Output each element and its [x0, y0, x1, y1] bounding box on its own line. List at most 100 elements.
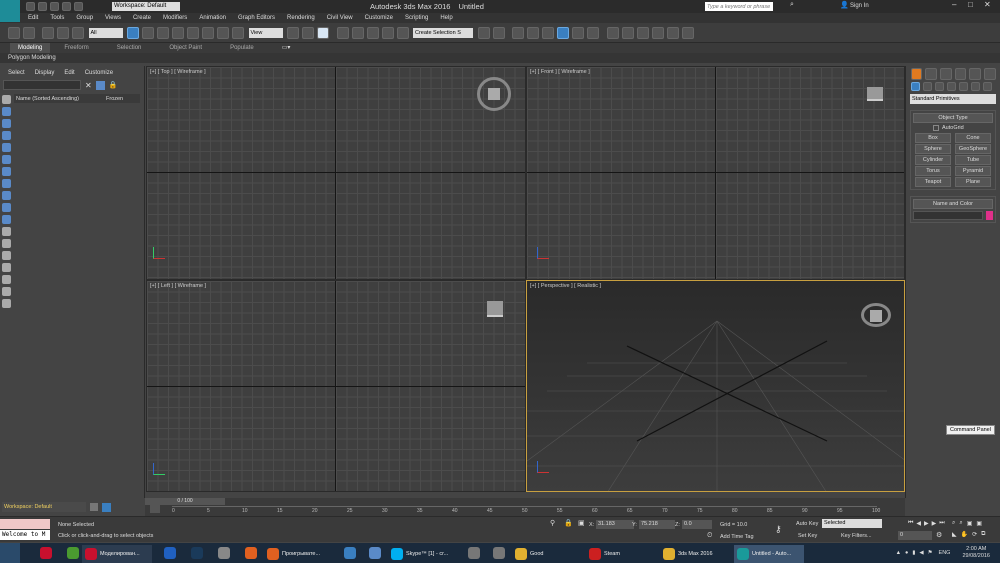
maxscript-listener[interactable]: [0, 519, 50, 529]
zoom-all-icon[interactable]: ⌕: [959, 520, 962, 527]
ribbon-options-icon[interactable]: ▭▾: [268, 43, 305, 53]
torus-button[interactable]: Torus: [915, 166, 951, 176]
taskbar-item[interactable]: Моделирован...: [82, 544, 152, 563]
search-icon[interactable]: ⌕: [790, 1, 794, 9]
menu-scripting[interactable]: Scripting: [399, 13, 434, 23]
create-tab-icon[interactable]: [910, 68, 923, 80]
time-tag-icon[interactable]: ⏲: [707, 532, 712, 540]
tab-selection[interactable]: Selection: [103, 43, 156, 53]
clock[interactable]: 2:00 AM 29/08/2016: [962, 546, 990, 560]
set-key-button[interactable]: Set Key: [798, 533, 817, 539]
viewcube-icon[interactable]: [861, 303, 891, 327]
select-object-icon[interactable]: [127, 26, 139, 39]
steam-icon[interactable]: [191, 547, 203, 559]
add-time-tag[interactable]: Add Time Tag: [720, 534, 754, 540]
taskbar-item[interactable]: Проигрывате...: [264, 545, 334, 563]
workspace-dropdown[interactable]: Workspace: Default: [112, 2, 180, 11]
filter-icon[interactable]: [95, 80, 105, 90]
tab-object-paint[interactable]: Object Paint: [155, 43, 216, 53]
display-hidden-icon[interactable]: [2, 239, 11, 248]
menu-animation[interactable]: Animation: [193, 13, 232, 23]
sign-in-link[interactable]: Sign In: [850, 3, 869, 9]
open-file-icon[interactable]: [37, 2, 47, 11]
box-button[interactable]: Box: [915, 133, 951, 143]
primitive-type-dropdown[interactable]: Standard Primitives: [910, 94, 996, 104]
start-button[interactable]: [0, 543, 20, 563]
select-manipulate-icon[interactable]: [302, 26, 314, 39]
shapes-icon[interactable]: [922, 82, 932, 91]
play-icon[interactable]: ▶: [924, 520, 929, 527]
viewport-front[interactable]: [+] [ Front ] [ Wireframe ]: [526, 66, 905, 280]
scene-explorer-toggle-icon[interactable]: [102, 503, 111, 512]
column-name[interactable]: Name (Sorted Ascending): [14, 96, 106, 102]
object-name-input[interactable]: [913, 211, 983, 220]
pan-icon[interactable]: ✋: [961, 531, 968, 538]
key-filters-button[interactable]: Key Filters...: [841, 533, 872, 539]
key-icon[interactable]: ⚷: [775, 524, 782, 535]
lock-icon[interactable]: 🔒: [109, 81, 118, 89]
menu-tools[interactable]: Tools: [44, 13, 70, 23]
menu-create[interactable]: Create: [127, 13, 157, 23]
scale-icon[interactable]: [217, 26, 229, 39]
layer-manager-icon[interactable]: [527, 26, 539, 39]
menu-views[interactable]: Views: [99, 13, 127, 23]
goto-end-icon[interactable]: ⏭: [939, 520, 944, 527]
skyrim-launcher-icon[interactable]: [493, 547, 505, 559]
lights-icon[interactable]: [934, 82, 944, 91]
menu-graph-editors[interactable]: Graph Editors: [232, 13, 281, 23]
scene-menu-customize[interactable]: Customize: [80, 66, 118, 80]
object-type-rollout[interactable]: Object Type: [913, 113, 993, 123]
a360-render-icon[interactable]: [681, 26, 694, 39]
tab-populate[interactable]: Populate: [216, 43, 268, 53]
time-slider-frame[interactable]: 0 / 100: [145, 498, 225, 505]
minimize-button[interactable]: –: [952, 0, 956, 9]
tab-modeling[interactable]: Modeling: [10, 43, 51, 53]
motion-tab-icon[interactable]: [954, 68, 967, 80]
unlink-icon[interactable]: [57, 26, 69, 39]
prev-frame-icon[interactable]: ◀: [916, 520, 921, 527]
material-editor-icon[interactable]: [606, 26, 619, 39]
spinner-snap-icon[interactable]: [381, 26, 394, 39]
column-frozen[interactable]: Frozen: [106, 96, 123, 102]
snaps-toggle-icon[interactable]: [336, 26, 349, 39]
display-xrefs-icon[interactable]: [2, 191, 11, 200]
tray-flag-icon[interactable]: ⚑: [928, 550, 933, 556]
scene-menu-select[interactable]: Select: [3, 66, 30, 80]
schematic-view-icon[interactable]: [587, 26, 599, 39]
yandex-icon[interactable]: [40, 547, 52, 559]
orbit-icon[interactable]: ⟳: [972, 531, 977, 538]
document-icon[interactable]: [369, 547, 381, 559]
network-icon[interactable]: [344, 547, 356, 559]
viewport-top[interactable]: [+] [ Top ] [ Wireframe ]: [146, 66, 526, 280]
taskbar-item[interactable]: Good: [512, 545, 582, 563]
hierarchy-icon[interactable]: [2, 299, 11, 308]
workspace-selector[interactable]: Workspace: Default: [2, 502, 86, 512]
tray-volume-icon[interactable]: ◀: [919, 550, 923, 556]
viewcube-icon[interactable]: [867, 87, 883, 101]
pyramid-button[interactable]: Pyramid: [955, 166, 991, 176]
menu-group[interactable]: Group: [70, 13, 99, 23]
current-frame-field[interactable]: 0: [898, 531, 932, 540]
undo-icon[interactable]: [7, 26, 20, 39]
utorrent-icon[interactable]: [67, 547, 79, 559]
layer-explorer-icon[interactable]: [512, 26, 524, 39]
close-button[interactable]: ✕: [984, 0, 991, 9]
geosphere-button[interactable]: GeoSphere: [955, 144, 991, 154]
render-iterative-icon[interactable]: [666, 26, 679, 39]
menu-modifiers[interactable]: Modifiers: [157, 13, 193, 23]
render-setup-icon[interactable]: [621, 26, 634, 39]
viewport-perspective[interactable]: [+] [ Perspective ] [ Realistic ]: [526, 280, 905, 492]
redo-icon[interactable]: [22, 26, 35, 39]
utilities-tab-icon[interactable]: [983, 68, 996, 80]
helpers-icon[interactable]: [958, 82, 968, 91]
select-by-name-icon[interactable]: [142, 26, 154, 39]
display-tab-icon[interactable]: [969, 68, 981, 80]
edit-named-selection-icon[interactable]: [396, 26, 409, 39]
layer-icon[interactable]: [90, 503, 98, 511]
filter-funnel-icon[interactable]: [2, 275, 11, 284]
teapot-button[interactable]: Teapot: [915, 177, 951, 187]
new-file-icon[interactable]: [25, 2, 35, 11]
skyrim-icon[interactable]: [468, 547, 480, 559]
z-coordinate-field[interactable]: 0.0: [682, 520, 712, 529]
named-selection-set-dropdown[interactable]: Create Selection S: [413, 27, 473, 38]
